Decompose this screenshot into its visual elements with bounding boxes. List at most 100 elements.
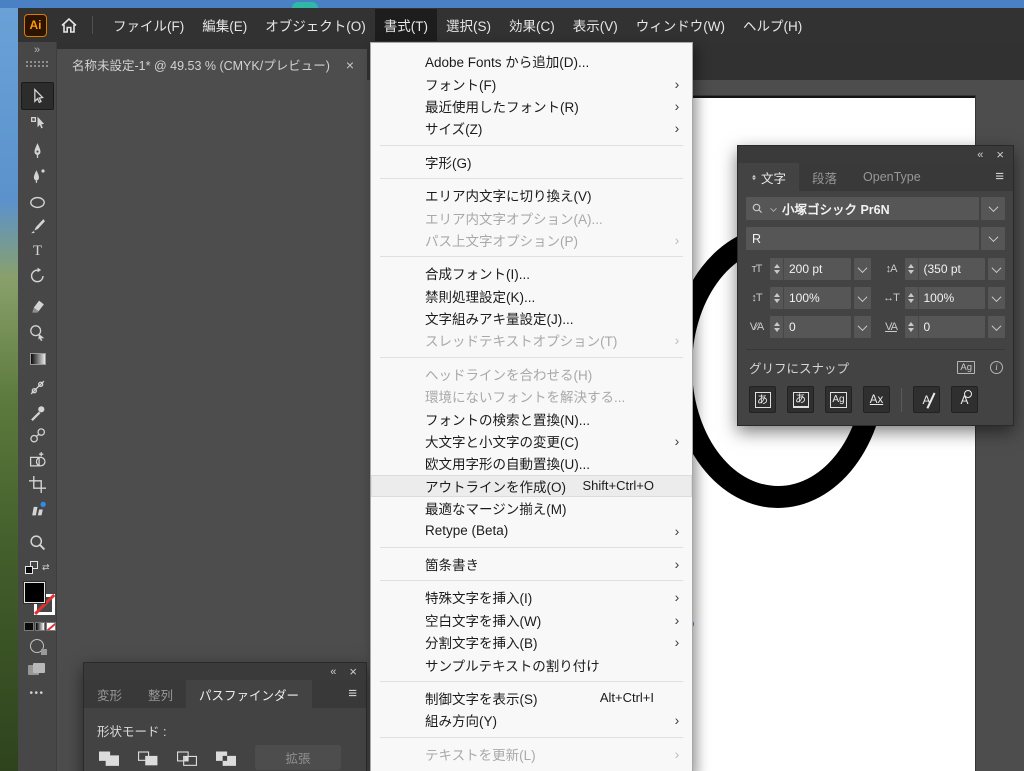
font-family-dropdown-button[interactable] (981, 197, 1005, 220)
font-size-input[interactable]: 200 pt (770, 258, 851, 280)
blend-tool[interactable] (21, 422, 54, 448)
menu-item[interactable]: 最近使用したフォント(R)› (371, 95, 692, 117)
vertical-scale-stepper[interactable] (770, 287, 784, 309)
home-icon[interactable] (57, 18, 81, 33)
menubar-item[interactable]: 編集(E) (193, 9, 256, 41)
leading-dropdown-button[interactable] (988, 258, 1005, 280)
direct-selection-tool[interactable] (21, 110, 54, 136)
artboard-tool[interactable] (21, 471, 54, 497)
document-tab[interactable]: 名称未設定-1* @ 49.53 % (CMYK/プレビュー) × (57, 49, 367, 80)
menu-item[interactable]: 制御文字を表示(S)Alt+Ctrl+I (371, 687, 692, 709)
curvature-tool[interactable] (21, 163, 54, 189)
close-panel-icon[interactable]: × (996, 147, 1004, 162)
vertical-scale-input[interactable]: 100% (770, 287, 851, 309)
snap-x-height-button[interactable]: Ax (863, 386, 890, 413)
minus-front-button[interactable] (136, 747, 160, 771)
font-style-dropdown-button[interactable] (981, 227, 1005, 250)
menu-item[interactable]: 大文字と小文字の変更(C)› (371, 430, 692, 452)
menu-item[interactable]: 空白文字を挿入(W)› (371, 609, 692, 631)
none-button[interactable] (46, 622, 56, 631)
tab-OpenType[interactable]: OpenType (850, 163, 934, 191)
tab-変形[interactable]: 変形 (84, 680, 135, 708)
menu-item[interactable]: Adobe Fonts から追加(D)... (371, 50, 692, 72)
kerning-stepper[interactable] (770, 316, 784, 338)
unite-button[interactable] (97, 747, 121, 771)
rotate-tool[interactable] (21, 262, 54, 288)
gradient-tool[interactable] (21, 346, 54, 372)
menu-item[interactable]: アウトラインを作成(O)Shift+Ctrl+O (371, 475, 692, 497)
tab-close-icon[interactable]: × (346, 57, 354, 73)
menu-item[interactable]: 合成フォント(I)... (371, 262, 692, 284)
horizontal-scale-input[interactable]: 100% (905, 287, 986, 309)
menubar-item[interactable]: オブジェクト(O) (256, 9, 375, 41)
menubar-item[interactable]: ファイル(F) (104, 9, 193, 41)
menubar-item[interactable]: ウィンドウ(W) (627, 9, 734, 41)
snap-em-box-button[interactable]: あ (749, 386, 776, 413)
selection-tool[interactable] (21, 82, 54, 110)
menubar-item[interactable]: 選択(S) (437, 9, 500, 41)
menu-item[interactable]: 最適なマージン揃え(M) (371, 497, 692, 519)
screen-mode-button[interactable] (28, 663, 45, 675)
leading-stepper[interactable] (905, 258, 919, 280)
menubar-item[interactable]: ヘルプ(H) (734, 9, 811, 41)
tab-段落[interactable]: 段落 (799, 163, 850, 191)
menu-item[interactable]: 字形(G) (371, 151, 692, 173)
menubar-item[interactable]: 書式(T) (375, 9, 437, 41)
collapse-panel-icon[interactable]: « (977, 149, 983, 161)
toolbar-expand-icon[interactable]: » (18, 44, 56, 56)
exclude-button[interactable] (214, 747, 238, 771)
font-size-stepper[interactable] (770, 258, 784, 280)
tracking-stepper[interactable] (905, 316, 919, 338)
tracking-dropdown-button[interactable] (988, 316, 1005, 338)
menubar-item[interactable]: 効果(C) (500, 9, 564, 41)
snap-baseline-box-button[interactable]: あ (787, 386, 814, 413)
edit-toolbar-ellipsis[interactable]: ••• (18, 688, 56, 699)
tab-整列[interactable]: 整列 (135, 680, 186, 708)
horizontal-scale-dropdown-button[interactable] (988, 287, 1005, 309)
menu-item[interactable]: 欧文用字形の自動置換(U)... (371, 452, 692, 474)
menu-item[interactable]: 特殊文字を挿入(I)› (371, 586, 692, 608)
intersect-button[interactable] (175, 747, 199, 771)
menu-item[interactable]: 禁則処理設定(K)... (371, 285, 692, 307)
kerning-dropdown-button[interactable] (854, 316, 871, 338)
font-family-field[interactable]: 小塚ゴシック Pr6N (746, 197, 979, 220)
tab-パスファインダー[interactable]: パスファインダー (186, 680, 312, 708)
color-button[interactable] (24, 622, 34, 631)
panel-menu-icon[interactable]: ≡ (995, 168, 1004, 185)
mini-fill-stroke[interactable]: ⇄ (25, 561, 53, 576)
menu-item[interactable]: 文字組みアキ量設定(J)... (371, 307, 692, 329)
snap-glyph-bounds-button[interactable]: Ag (825, 386, 852, 413)
menu-item[interactable]: サイズ(Z)› (371, 117, 692, 139)
panel-menu-icon[interactable]: ≡ (348, 685, 357, 702)
paintbrush-tool[interactable] (21, 212, 54, 238)
graph-tool[interactable] (21, 496, 54, 522)
menu-item[interactable]: サンプルテキストの割り付け (371, 653, 692, 675)
type-tool[interactable]: T (21, 236, 54, 262)
glyph-guides-icon[interactable]: Ag (957, 361, 975, 374)
snap-angle-guide-button[interactable]: A (951, 386, 978, 413)
snap-near-glyph-button[interactable]: A (913, 386, 940, 413)
menu-item[interactable]: フォントの検索と置換(N)... (371, 407, 692, 429)
shaper-tool[interactable] (21, 319, 54, 345)
menu-item[interactable]: 分割文字を挿入(B)› (371, 631, 692, 653)
gradient-button[interactable] (35, 622, 45, 631)
pen-tool[interactable] (21, 137, 54, 163)
draw-mode-button[interactable] (30, 639, 44, 653)
width-tool[interactable] (21, 374, 54, 400)
menu-item[interactable]: 組み方向(Y)› (371, 709, 692, 731)
menu-item[interactable]: 箇条書き› (371, 553, 692, 575)
kerning-input[interactable]: 0 (770, 316, 851, 338)
eraser-tool[interactable] (21, 293, 54, 319)
tracking-input[interactable]: 0 (905, 316, 986, 338)
fill-color-swatch[interactable] (24, 582, 45, 603)
shape-builder-tool[interactable] (21, 446, 54, 472)
leading-input[interactable]: (350 pt (905, 258, 986, 280)
menu-item[interactable]: Retype (Beta)› (371, 519, 692, 541)
collapse-panel-icon[interactable]: « (330, 666, 336, 678)
menu-item[interactable]: エリア内文字に切り換え(V) (371, 184, 692, 206)
font-style-field[interactable]: R (746, 227, 979, 250)
info-icon[interactable]: i (990, 361, 1003, 374)
app-logo[interactable]: Ai (24, 14, 47, 37)
tab-文字[interactable]: 文字 (738, 163, 799, 191)
zoom-tool[interactable] (21, 529, 54, 555)
